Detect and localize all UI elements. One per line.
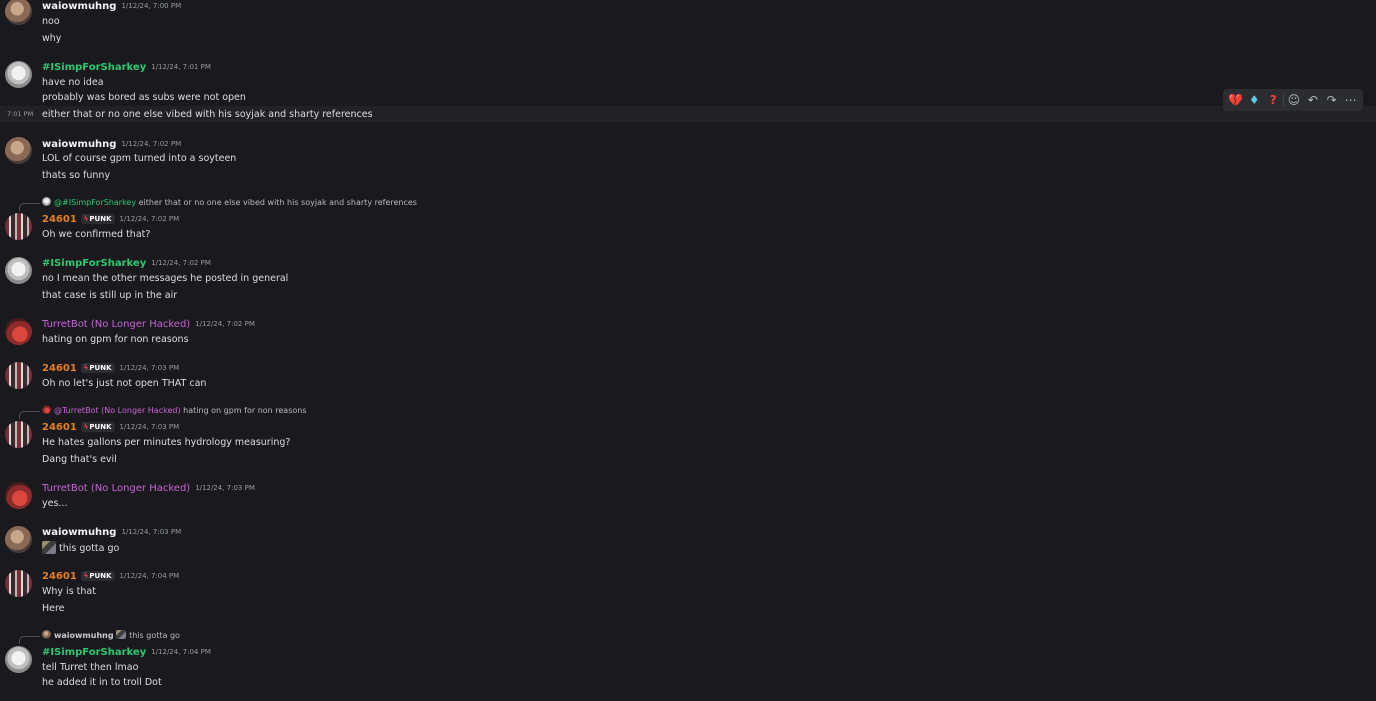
username[interactable]: TurretBot (No Longer Hacked) [42, 483, 190, 494]
message-text: thats so funny [42, 170, 111, 181]
reply-spine [19, 636, 40, 644]
reply-icon[interactable]: ↶ [1304, 89, 1322, 111]
broken-heart-icon[interactable]: 💔 [1226, 89, 1244, 111]
avatar[interactable] [5, 646, 32, 673]
reply-username[interactable]: @#ISimpForSharkey [54, 198, 136, 207]
message-text: have no idea [42, 77, 104, 88]
reply-reference[interactable]: @TurretBot (No Longer Hacked) hating on … [42, 405, 307, 416]
reply-spine [19, 411, 40, 419]
timestamp: 1/12/24, 7:00 PM [121, 2, 182, 10]
timestamp: 1/12/24, 7:04 PM [151, 648, 211, 656]
lightning-icon: ϟ [83, 423, 89, 431]
avatar[interactable] [5, 61, 32, 88]
username[interactable]: waiowmuhng [42, 139, 116, 150]
gem-icon[interactable]: ♦ [1245, 89, 1263, 111]
username[interactable]: 24601 [42, 363, 77, 374]
username[interactable]: waiowmuhng [42, 527, 116, 538]
more-icon[interactable]: ⋯ [1342, 89, 1360, 111]
lightning-icon: ϟ [83, 572, 89, 580]
avatar[interactable] [5, 526, 32, 553]
custom-emoji-icon[interactable] [42, 541, 56, 554]
reply-reference[interactable]: @#ISimpForSharkey either that or no one … [42, 197, 417, 208]
avatar[interactable] [5, 318, 32, 345]
message-text: Oh we confirmed that? [42, 229, 151, 240]
question-mark-icon[interactable]: ? [1264, 89, 1282, 111]
message-text: LOL of course gpm turned into a soyteen [42, 153, 237, 164]
avatar[interactable] [5, 137, 32, 164]
timestamp: 1/12/24, 7:01 PM [151, 63, 211, 71]
username[interactable]: #ISimpForSharkey [42, 258, 146, 269]
message-text: either that or no one else vibed with hi… [42, 109, 373, 120]
username[interactable]: TurretBot (No Longer Hacked) [42, 319, 190, 330]
message-toolbar: 💔 ♦ ? ☺ ↶ ↷ ⋯ [1223, 89, 1363, 111]
message-text: Dang that's evil [42, 454, 117, 465]
avatar[interactable] [5, 0, 32, 25]
timestamp: 1/12/24, 7:03 PM [195, 484, 255, 492]
message-text: Oh no let's just not open THAT can [42, 378, 207, 389]
reply-text: either that or no one else vibed with hi… [138, 198, 417, 207]
inline-timestamp: 7:01 PM [7, 110, 34, 118]
avatar[interactable] [5, 570, 32, 597]
reply-username[interactable]: waiowmuhng [54, 631, 114, 640]
lightning-icon: ϟ [83, 364, 89, 372]
custom-emoji-icon [116, 630, 127, 639]
guild-tag-badge[interactable]: ϟPUNK [80, 363, 115, 373]
message-text: tell Turret then lmao [42, 662, 139, 673]
reply-text: this gotta go [129, 631, 180, 640]
timestamp: 1/12/24, 7:03 PM [119, 423, 180, 431]
avatar[interactable] [5, 421, 32, 448]
reply-text: hating on gpm for non reasons [183, 406, 307, 415]
timestamp: 1/12/24, 7:02 PM [119, 215, 180, 223]
message-text: that case is still up in the air [42, 290, 178, 301]
avatar[interactable] [5, 482, 32, 509]
timestamp: 1/12/24, 7:02 PM [151, 259, 211, 267]
avatar[interactable] [5, 213, 32, 240]
message-text: he added it in to troll Dot [42, 677, 162, 688]
guild-tag-badge[interactable]: ϟPUNK [80, 214, 115, 224]
message-text: probably was bored as subs were not open [42, 92, 246, 103]
message-text: noo [42, 16, 60, 27]
message-text: hating on gpm for non reasons [42, 334, 189, 345]
username[interactable]: 24601 [42, 422, 77, 433]
message-text: why [42, 33, 62, 44]
message-text: He hates gallons per minutes hydrology m… [42, 437, 291, 448]
username[interactable]: 24601 [42, 214, 77, 225]
timestamp: 1/12/24, 7:02 PM [195, 320, 255, 328]
message-text: Here [42, 603, 65, 614]
message-text: this gotta go [59, 543, 120, 554]
message-text: no I mean the other messages he posted i… [42, 273, 289, 284]
guild-tag-badge[interactable]: ϟPUNK [80, 571, 115, 581]
username[interactable]: #ISimpForSharkey [42, 62, 146, 73]
avatar[interactable] [5, 362, 32, 389]
reply-avatar [42, 405, 51, 414]
reply-avatar [42, 630, 51, 639]
message-text: Why is that [42, 586, 96, 597]
username[interactable]: waiowmuhng [42, 1, 116, 12]
forward-icon[interactable]: ↷ [1323, 89, 1341, 111]
reply-avatar [42, 197, 51, 206]
username[interactable]: 24601 [42, 571, 77, 582]
username[interactable]: #ISimpForSharkey [42, 647, 146, 658]
timestamp: 1/12/24, 7:04 PM [119, 572, 180, 580]
timestamp: 1/12/24, 7:03 PM [119, 364, 180, 372]
reply-spine [19, 203, 40, 211]
reply-reference[interactable]: waiowmuhng this gotta go [42, 630, 180, 641]
avatar[interactable] [5, 257, 32, 284]
toolbar-divider [1283, 93, 1285, 107]
add-reaction-icon[interactable]: ☺ [1285, 89, 1303, 111]
guild-tag-badge[interactable]: ϟPUNK [80, 422, 115, 432]
timestamp: 1/12/24, 7:02 PM [121, 140, 182, 148]
reply-username[interactable]: @TurretBot (No Longer Hacked) [54, 406, 181, 415]
lightning-icon: ϟ [83, 215, 89, 223]
timestamp: 1/12/24, 7:03 PM [121, 528, 182, 536]
message-text: yes... [42, 498, 68, 509]
